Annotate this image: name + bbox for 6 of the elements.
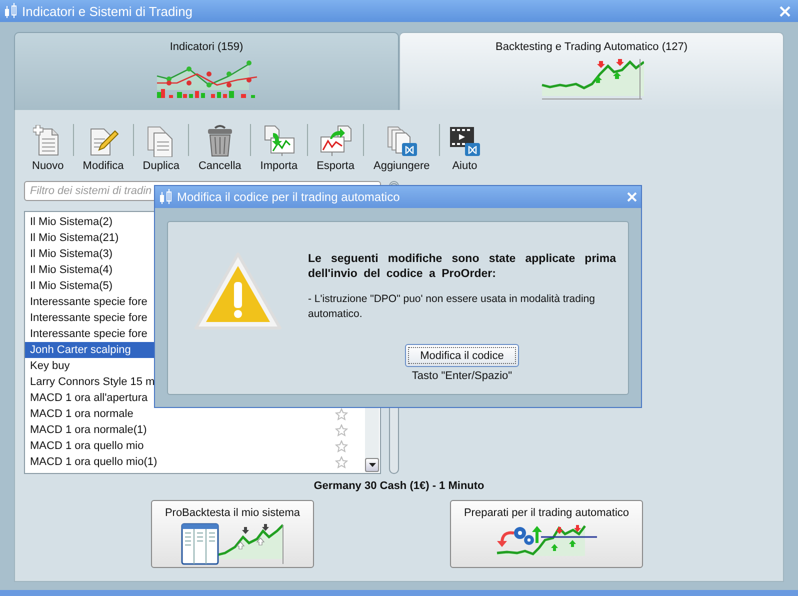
dialog-title: Modifica il codice per il trading automatico: [177, 190, 401, 204]
window-title: Indicatori e Sistemi di Trading: [22, 4, 194, 18]
shortcut-hint: Tasto "Enter/Spazio": [412, 370, 512, 382]
instrument-label: Germany 30 Cash (1€) - 1 Minuto: [314, 480, 484, 492]
dialog-heading: Le seguenti modifiche sono state applicate prima dell'invio del codice a ProOrder:: [308, 252, 616, 282]
dialog-message: - L'istruzione "DPO" puo' non essere usata in modalità trading automatico.: [308, 292, 596, 322]
